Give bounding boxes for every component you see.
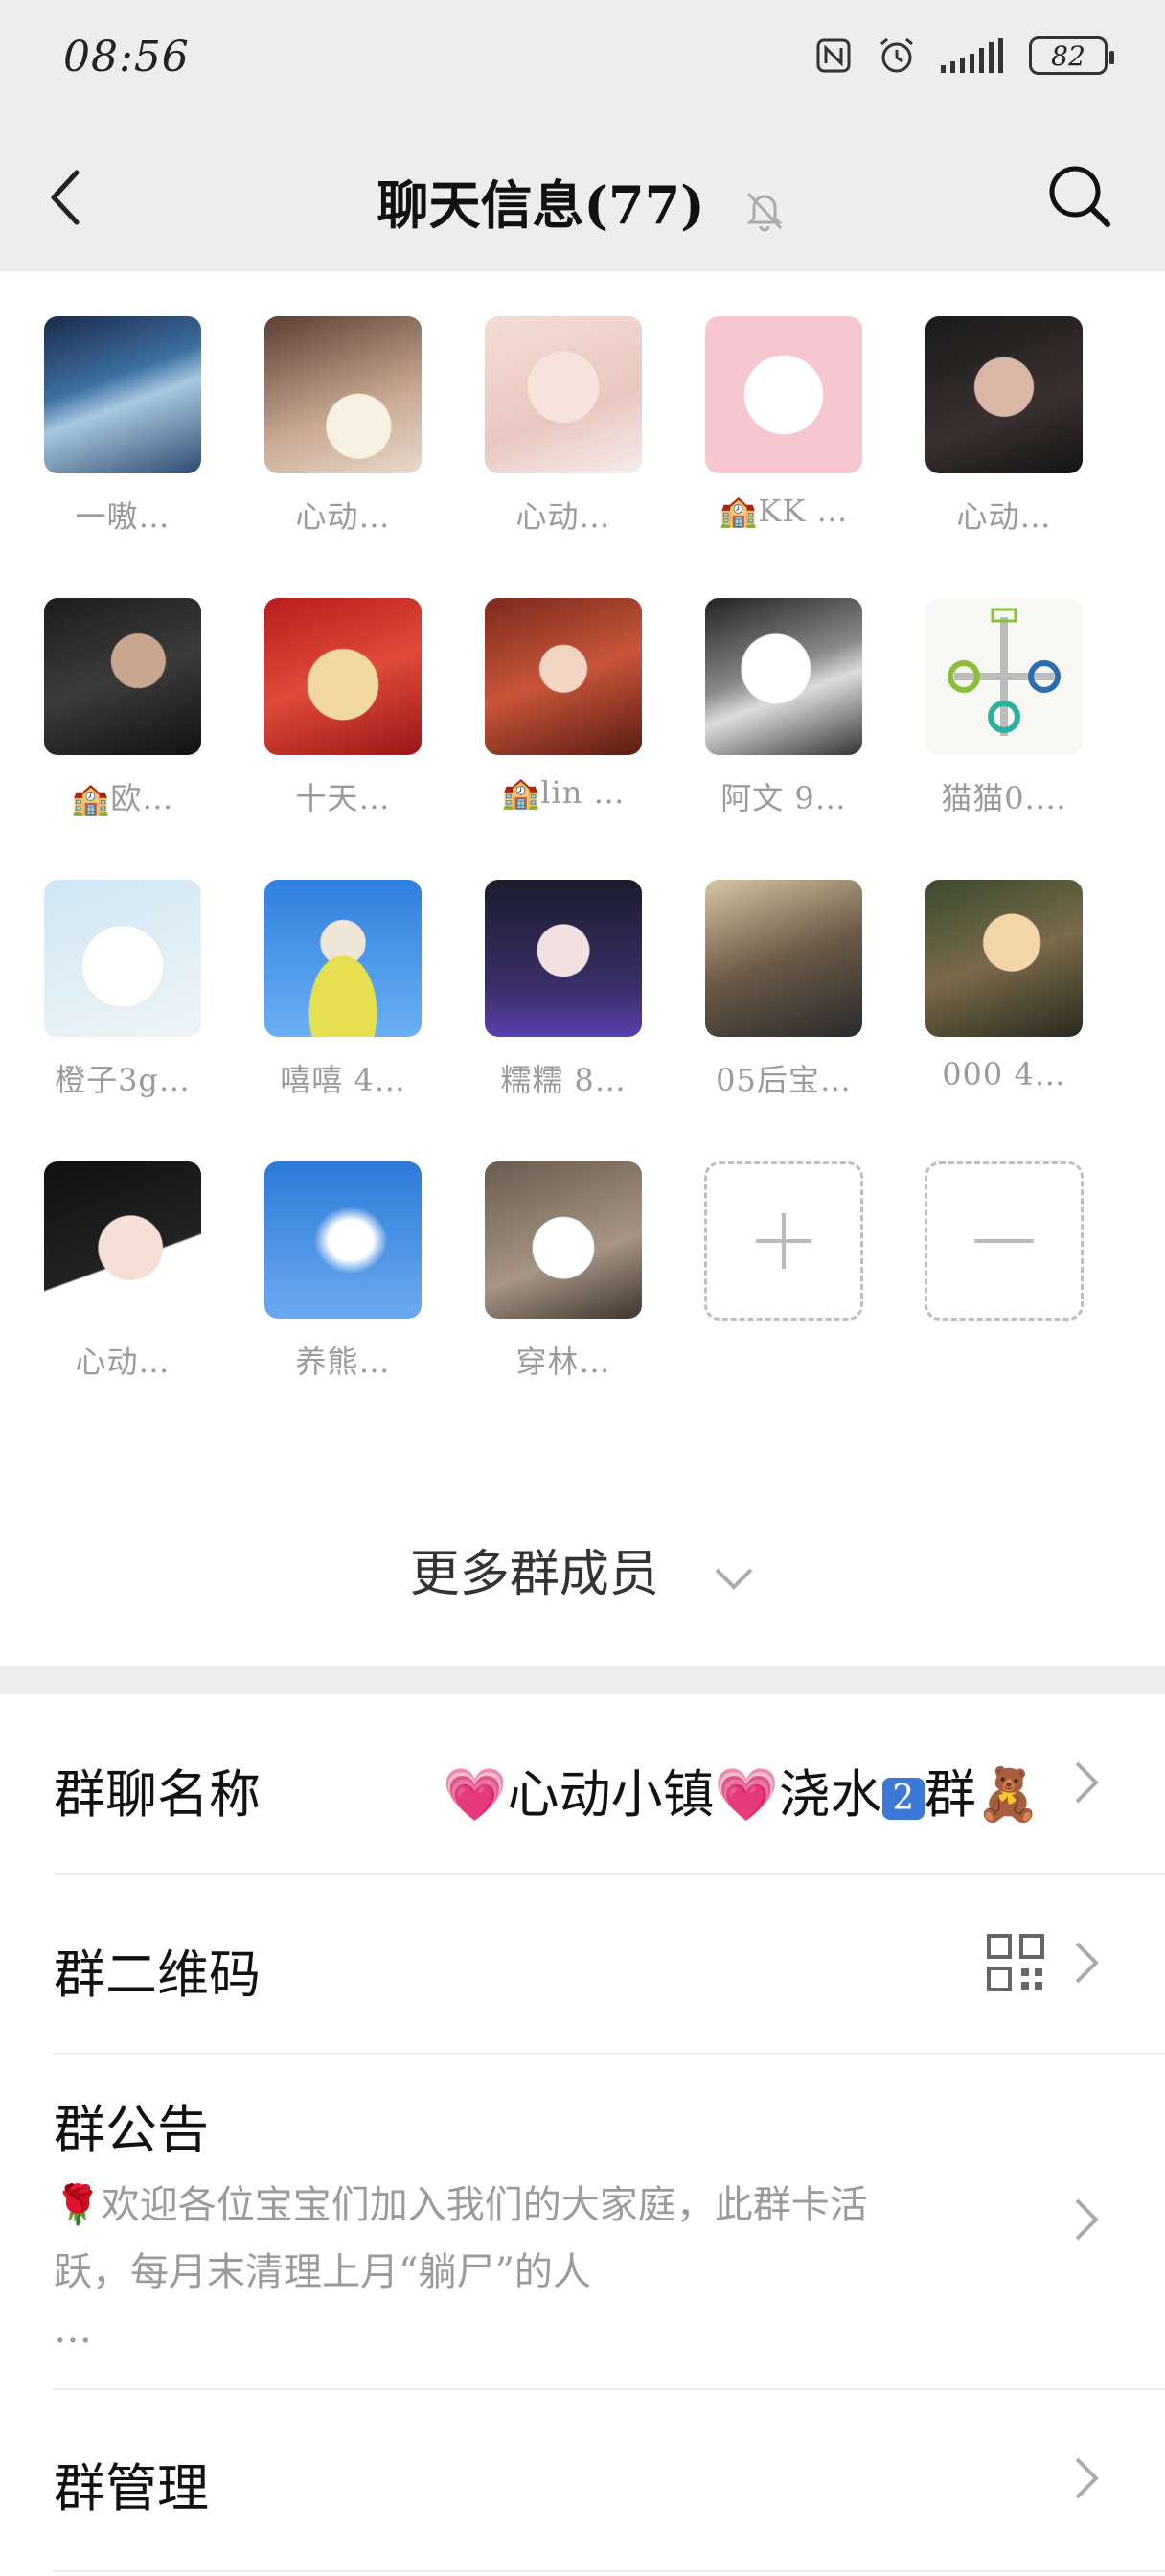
member-item[interactable]: 糯糯 8… xyxy=(485,880,642,1100)
member-item[interactable]: 心动… xyxy=(925,316,1083,537)
avatar xyxy=(44,598,201,755)
member-name: 阿文 9… xyxy=(720,780,847,816)
group-qr-row[interactable]: 群二维码 xyxy=(54,1873,1165,2055)
remove-member-button[interactable] xyxy=(925,1162,1084,1321)
member-name: 05后宝… xyxy=(716,1062,852,1098)
member-name: 心动… xyxy=(956,498,1052,535)
member-item[interactable]: 🏫KK … xyxy=(705,316,862,537)
avatar xyxy=(485,316,642,473)
remove-member-icon xyxy=(974,1239,1034,1243)
avatar xyxy=(925,598,1083,755)
member-grid: 一嗷… 心动… 心动… 🏫KK … 心动… 🏫欧… 十天… 🏫lin … 阿文 … xyxy=(44,316,1127,1382)
member-item[interactable]: 心动… xyxy=(485,316,642,537)
member-item[interactable]: 一嗷… xyxy=(44,316,201,537)
search-icon[interactable] xyxy=(1042,159,1115,232)
add-member-button[interactable] xyxy=(704,1162,863,1321)
avatar xyxy=(264,598,422,755)
member-item[interactable]: 05后宝… xyxy=(705,880,862,1100)
avatar xyxy=(485,880,642,1037)
section-divider xyxy=(0,1666,1165,1694)
chevron-right-icon xyxy=(1075,1942,1099,1984)
nav-bar: 聊天信息(77) xyxy=(0,125,1165,271)
avatar xyxy=(44,880,201,1037)
number-two-emoji: 2 xyxy=(881,1778,925,1820)
avatar xyxy=(705,316,862,473)
avatar xyxy=(705,598,862,755)
member-item[interactable]: 嘻嘻 4… xyxy=(264,880,422,1100)
bell-muted-icon xyxy=(745,192,783,232)
avatar xyxy=(485,1162,642,1319)
avatar xyxy=(485,598,642,755)
avatar xyxy=(705,880,862,1037)
member-item[interactable]: 心动… xyxy=(44,1162,201,1382)
member-name: 橙子3g… xyxy=(55,1062,191,1098)
chevron-right-icon xyxy=(1075,2457,1099,2499)
member-item[interactable]: 阿文 9… xyxy=(705,598,862,818)
member-item[interactable]: 🏫欧… xyxy=(44,598,201,818)
group-name-label: 群聊名称 xyxy=(54,1764,261,1825)
chevron-right-icon xyxy=(1075,2198,1099,2241)
group-manage-label: 群管理 xyxy=(54,2458,209,2518)
more-members-label: 更多群成员 xyxy=(409,1546,659,1603)
group-notice-text: 🌹欢迎各位宝宝们加入我们的大家庭，此群卡活 跃，每月末清理上月“躺尸”的人 … xyxy=(54,2183,868,2352)
map-avatar-graphic xyxy=(948,608,1061,736)
add-member-icon xyxy=(756,1213,811,1269)
alarm-icon xyxy=(880,37,913,73)
member-name: 心动… xyxy=(295,498,391,535)
more-members-button[interactable]: 更多群成员 xyxy=(0,1533,1165,1605)
member-name: 穿林… xyxy=(515,1344,611,1380)
member-name: 猫猫0.… xyxy=(941,780,1067,816)
avatar xyxy=(44,316,201,473)
status-time: 08:56 xyxy=(63,33,190,81)
member-item[interactable]: 十天… xyxy=(264,598,422,818)
status-bar: 08:56 82 xyxy=(0,0,1165,125)
signal-icon xyxy=(941,38,1003,73)
avatar xyxy=(264,1162,422,1319)
avatar xyxy=(925,316,1083,473)
member-item[interactable]: 穿林… xyxy=(485,1162,642,1382)
member-name: 养熊… xyxy=(295,1344,391,1380)
member-name: 嘻嘻 4… xyxy=(280,1062,406,1098)
group-manage-row[interactable]: 群管理 xyxy=(54,2388,1165,2572)
battery-icon: 82 xyxy=(1029,36,1114,75)
member-name: 一嗷… xyxy=(75,498,171,535)
group-name-value: 💗心动小镇💗浇水 2 群🧸 xyxy=(443,1764,1040,1825)
member-name: KK … xyxy=(758,493,849,529)
member-item[interactable]: 000 4… xyxy=(925,880,1083,1100)
avatar xyxy=(264,316,422,473)
group-name-row[interactable]: 群聊名称 💗心动小镇💗浇水 2 群🧸 xyxy=(54,1694,1165,1874)
qr-code-icon xyxy=(987,1934,1044,1991)
page-title: 聊天信息(77) xyxy=(377,174,705,236)
battery-level: 82 xyxy=(1051,39,1085,72)
member-item[interactable]: 养熊… xyxy=(264,1162,422,1382)
group-notice-row[interactable]: 群公告 🌹欢迎各位宝宝们加入我们的大家庭，此群卡活 跃，每月末清理上月“躺尸”的… xyxy=(54,2053,1165,2390)
chevron-down-icon xyxy=(715,1568,753,1590)
member-name: 心动… xyxy=(515,498,611,535)
add-member-item[interactable] xyxy=(704,1162,863,1382)
member-item[interactable]: 橙子3g… xyxy=(44,880,201,1100)
chevron-right-icon xyxy=(1075,1761,1099,1804)
member-name: 糯糯 8… xyxy=(500,1062,627,1098)
avatar xyxy=(925,880,1083,1037)
member-name: lin … xyxy=(540,774,626,811)
nfc-icon xyxy=(816,38,851,73)
group-qr-label: 群二维码 xyxy=(54,1944,261,2005)
avatar xyxy=(264,880,422,1037)
avatar xyxy=(44,1162,201,1319)
member-name: 心动… xyxy=(75,1344,171,1380)
member-item[interactable]: 猫猫0.… xyxy=(925,598,1083,818)
member-name: 000 4… xyxy=(942,1056,1066,1092)
member-name: 十天… xyxy=(295,780,391,816)
remove-member-item[interactable] xyxy=(925,1162,1084,1382)
member-name: 欧… xyxy=(110,780,174,816)
group-notice-label: 群公告 xyxy=(54,2100,209,2160)
member-item[interactable]: 🏫lin … xyxy=(485,598,642,818)
member-item[interactable]: 心动… xyxy=(264,316,422,537)
